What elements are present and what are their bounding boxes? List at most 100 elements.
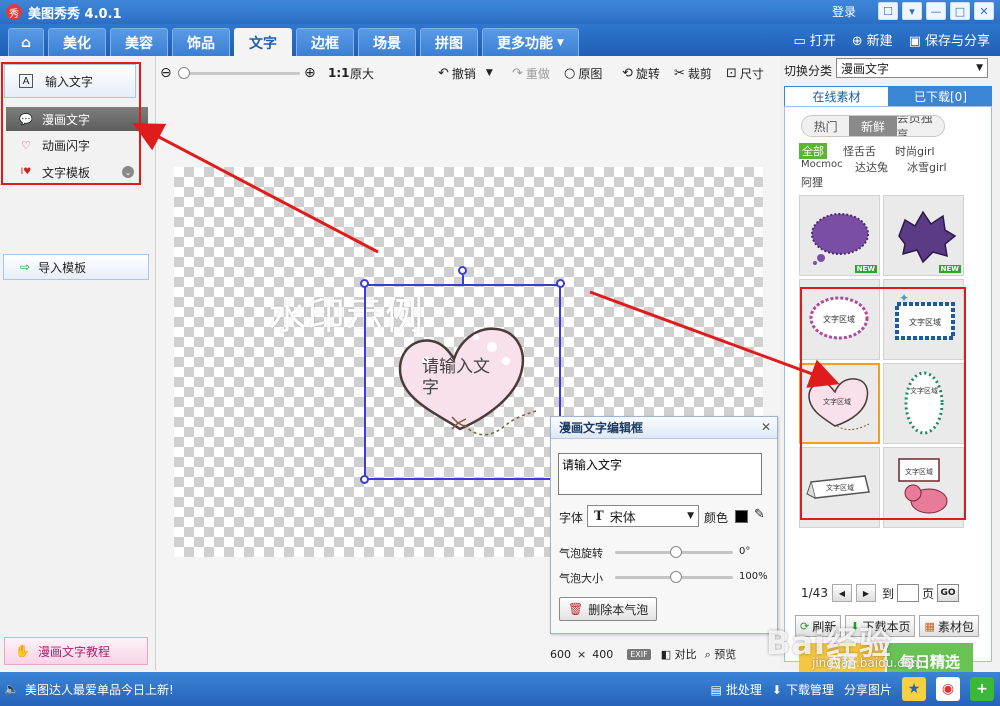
material-thumbnail[interactable]: NEW bbox=[883, 195, 964, 276]
color-swatch[interactable] bbox=[735, 510, 748, 523]
plus-icon[interactable]: + bbox=[970, 677, 994, 701]
author-filter[interactable]: 冰雪girl bbox=[907, 159, 947, 175]
author-filter[interactable]: 怪舌舌 bbox=[843, 143, 876, 159]
open-button[interactable]: ▭ 打开 bbox=[793, 30, 835, 49]
pink-round-bubble-icon: 文字区域 bbox=[809, 296, 868, 339]
tab-downloaded[interactable]: 已下载[0] bbox=[889, 86, 992, 106]
comic-text-tutorial-button[interactable]: ✋ 漫画文字教程 bbox=[4, 637, 148, 665]
chevron-down-icon[interactable]: ▼ bbox=[486, 68, 493, 78]
tab-text[interactable]: 文字 bbox=[234, 28, 292, 56]
refresh-button[interactable]: ⟳ 刷新 bbox=[795, 615, 842, 637]
bubble-rotation-slider[interactable] bbox=[615, 546, 733, 558]
original-button[interactable]: ○ 原图 bbox=[564, 65, 602, 82]
tab-online-material[interactable]: 在线素材 bbox=[784, 86, 889, 106]
batch-process-button[interactable]: ▤ 批处理 bbox=[711, 681, 762, 698]
zoom-slider-knob[interactable] bbox=[178, 67, 190, 79]
import-template-button[interactable]: ⇨ 导入模板 bbox=[3, 254, 149, 280]
download-icon: ⬇ bbox=[850, 619, 860, 633]
material-pack-button[interactable]: ▦ 素材包 bbox=[919, 615, 979, 637]
bubble-rotation-knob[interactable] bbox=[670, 546, 683, 558]
material-thumbnail[interactable]: 文字区域 bbox=[883, 363, 964, 444]
zoom-slider[interactable] bbox=[178, 67, 300, 79]
author-filter[interactable]: 时尚girl bbox=[895, 143, 935, 159]
author-filter[interactable]: Mocmoc bbox=[801, 159, 843, 170]
preview-label: 预览 bbox=[714, 648, 737, 661]
qzone-star-icon[interactable]: ★ bbox=[902, 677, 926, 701]
chevron-down-icon[interactable]: ⌄ bbox=[122, 166, 134, 178]
maximize-icon[interactable]: □ bbox=[950, 2, 970, 20]
author-filter[interactable]: 阿狸 bbox=[801, 174, 823, 190]
compare-button[interactable]: ◧ 对比 bbox=[661, 646, 697, 662]
import-icon: ⇨ bbox=[20, 260, 31, 274]
plus-circle-icon: ⊕ bbox=[851, 34, 863, 49]
material-thumbnail[interactable]: NEW bbox=[799, 195, 880, 276]
page-number-input[interactable] bbox=[896, 584, 919, 602]
tab-scene[interactable]: 场景 bbox=[358, 28, 416, 56]
tab-more[interactable]: 更多功能 ▼ bbox=[482, 28, 579, 56]
filter-hot[interactable]: 热门 bbox=[802, 116, 849, 136]
filter-fresh[interactable]: 新鲜 bbox=[849, 116, 897, 136]
download-manager-button[interactable]: ⬇ 下载管理 bbox=[772, 681, 834, 698]
eyedropper-icon[interactable]: ✎ bbox=[754, 507, 765, 522]
menu-item-animated-text[interactable]: ♡ 动画闪字 bbox=[6, 133, 148, 157]
resize-handle-top-right[interactable] bbox=[556, 279, 565, 288]
author-filter-all[interactable]: 全部 bbox=[799, 143, 827, 159]
feedback-icon[interactable]: ☐ bbox=[878, 2, 898, 20]
share-image-button[interactable]: 分享图片 bbox=[844, 681, 892, 698]
comic-text-editor-dialog: 漫画文字编辑框 ✕ 请输入文字 字体 T 宋体 ▼ 颜色 ✎ 气泡旋转 0° 气… bbox=[550, 416, 778, 634]
crop-button[interactable]: ✂ 裁剪 bbox=[674, 65, 712, 82]
bubble-size-knob[interactable] bbox=[670, 571, 683, 583]
tab-collage[interactable]: 拼图 bbox=[420, 28, 478, 56]
material-thumbnail[interactable]: 文字区域 bbox=[883, 447, 964, 528]
bubble-text[interactable]: 请输入文字 bbox=[422, 357, 502, 399]
bubble-size-slider[interactable] bbox=[615, 571, 733, 583]
category-select[interactable]: 漫画文字 ▼ bbox=[836, 58, 988, 78]
input-text-button[interactable]: A 输入文字 bbox=[4, 64, 136, 98]
material-thumbnail-selected[interactable]: 文字区域 bbox=[799, 363, 880, 444]
resize-handle-bottom-left[interactable] bbox=[360, 475, 369, 484]
go-button[interactable]: GO bbox=[936, 584, 959, 602]
exif-button[interactable]: EXIF bbox=[627, 648, 651, 660]
purple-cloud-bubble-icon bbox=[810, 212, 869, 265]
ratio-1-1-button[interactable]: 1:1 bbox=[328, 66, 350, 80]
material-thumbnail[interactable]: 文字区域 ✦ bbox=[883, 279, 964, 360]
material-thumbnail[interactable]: 文字区域 bbox=[799, 279, 880, 360]
zoom-in-icon[interactable]: ⊕ bbox=[304, 65, 316, 81]
menu-icon[interactable]: ▾ bbox=[902, 2, 922, 20]
zoom-out-icon[interactable]: ⊖ bbox=[160, 65, 172, 81]
filter-vip[interactable]: 会员独享 bbox=[897, 116, 944, 136]
material-thumbnail[interactable]: 文字区域 bbox=[799, 447, 880, 528]
tab-accessories[interactable]: 饰品 bbox=[172, 28, 230, 56]
login-link[interactable]: 登录 bbox=[832, 3, 856, 20]
tab-face[interactable]: 美容 bbox=[110, 28, 168, 56]
rotation-handle[interactable] bbox=[458, 266, 467, 275]
undo-icon: ↶ bbox=[438, 65, 449, 81]
delete-bubble-button[interactable]: 🗑 删除本气泡 bbox=[559, 597, 657, 621]
rotate-button[interactable]: ⟲ 旋转 bbox=[622, 65, 660, 82]
tab-home[interactable]: ⌂ bbox=[8, 28, 44, 56]
original-size-button[interactable]: 原大 bbox=[350, 65, 374, 82]
prev-page-button[interactable]: ◀ bbox=[831, 584, 852, 602]
tab-frame[interactable]: 边框 bbox=[296, 28, 354, 56]
redo-button[interactable]: ↷ 重做 bbox=[512, 65, 550, 82]
undo-button[interactable]: ↶ 撤销 ▼ bbox=[438, 65, 493, 82]
save-share-button[interactable]: ▣ 保存与分享 bbox=[909, 30, 990, 49]
close-icon[interactable]: ✕ bbox=[761, 420, 771, 434]
menu-item-text-template[interactable]: I♥ 文字模板 ⌄ bbox=[6, 160, 148, 184]
download-page-button[interactable]: ⬇ 下载本页 bbox=[845, 615, 916, 637]
next-page-button[interactable]: ▶ bbox=[855, 584, 876, 602]
menu-item-comic-text[interactable]: 💬 漫画文字 bbox=[6, 107, 148, 131]
news-ticker[interactable]: 美图达人最爱单品今日上新! bbox=[25, 681, 174, 698]
minimize-icon[interactable]: — bbox=[926, 2, 946, 20]
tab-beautify[interactable]: 美化 bbox=[48, 28, 106, 56]
preview-button[interactable]: ⌕ 预览 bbox=[705, 646, 737, 662]
weibo-icon[interactable]: ◉ bbox=[936, 677, 960, 701]
font-select[interactable]: T 宋体 ▼ bbox=[587, 505, 699, 527]
resize-handle-top-left[interactable] bbox=[360, 279, 369, 288]
close-icon[interactable]: ✕ bbox=[974, 2, 994, 20]
author-filter[interactable]: 达达兔 bbox=[855, 159, 888, 175]
bubble-text-input[interactable]: 请输入文字 bbox=[558, 453, 762, 495]
new-button[interactable]: ⊕ 新建 bbox=[852, 30, 893, 49]
filter-pills: 热门 新鲜 会员独享 bbox=[801, 115, 945, 137]
size-button[interactable]: ⊡ 尺寸 bbox=[726, 65, 764, 82]
